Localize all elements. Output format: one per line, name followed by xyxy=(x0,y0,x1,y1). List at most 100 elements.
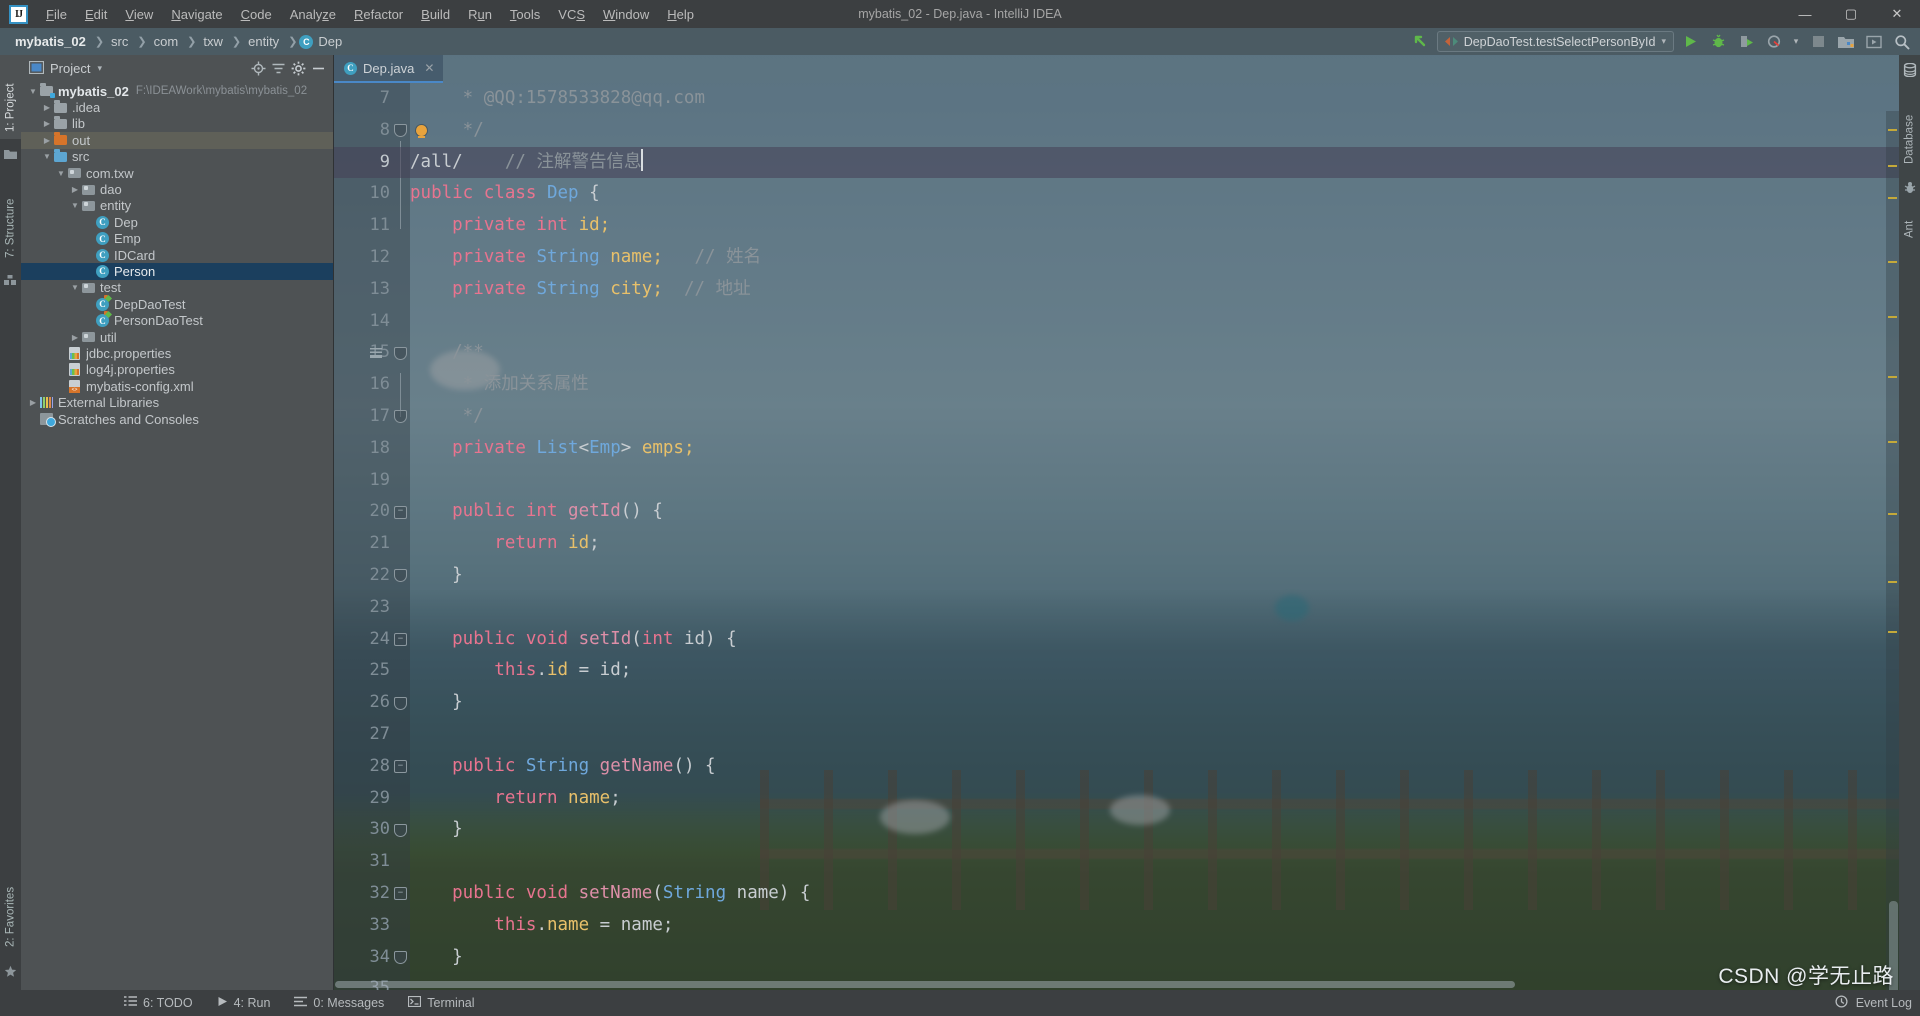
tree-item-depdaotest[interactable]: ▶CDepDaoTest xyxy=(21,294,333,312)
fold-end-icon[interactable] xyxy=(394,950,407,964)
breadcrumb-item-txw[interactable]: txw xyxy=(198,32,230,51)
breadcrumb-item-src[interactable]: src xyxy=(106,32,135,51)
fold-end-icon[interactable] xyxy=(394,124,407,138)
fold-open-icon[interactable]: − xyxy=(394,632,407,646)
menu-refactor[interactable]: Refactor xyxy=(345,3,412,26)
tree-expander-icon[interactable]: ▶ xyxy=(41,119,53,128)
tree-item--idea[interactable]: ▶ .idea xyxy=(21,99,333,115)
menu-window[interactable]: Window xyxy=(594,3,658,26)
build-project-icon[interactable] xyxy=(1834,31,1858,53)
menu-vcs[interactable]: VCS xyxy=(549,3,594,26)
tree-item-persondaotest[interactable]: ▶CPersonDaoTest xyxy=(21,311,333,328)
search-everywhere-icon[interactable] xyxy=(1890,31,1914,53)
tree-item-out[interactable]: ▶ out xyxy=(21,132,333,149)
menu-navigate[interactable]: Navigate xyxy=(162,3,231,26)
tree-item-entity[interactable]: ▼ entity xyxy=(21,198,333,214)
breadcrumb-item-com[interactable]: com xyxy=(149,32,186,51)
menu-file[interactable]: File xyxy=(37,3,76,26)
fold-end-icon[interactable] xyxy=(394,569,407,583)
tree-item-idcard[interactable]: ▶CIDCard xyxy=(21,247,333,263)
sidebar-item-database[interactable]: Database xyxy=(1899,83,1920,171)
tree-item-dao[interactable]: ▶ dao xyxy=(21,181,333,197)
menu-run[interactable]: Run xyxy=(459,3,501,26)
tree-expander-icon[interactable]: ▼ xyxy=(41,152,53,161)
sidebar-item-project[interactable]: 1: Project xyxy=(0,55,21,139)
tree-item-jdbc-properties[interactable]: ▶jdbc.properties xyxy=(21,345,333,361)
tab-dep-java[interactable]: C Dep.java ✕ xyxy=(334,55,444,83)
breadcrumb-item-entity[interactable]: entity xyxy=(243,32,286,51)
menu-tools[interactable]: Tools xyxy=(501,3,549,26)
tree-item-dep[interactable]: ▶CDep xyxy=(21,214,333,230)
menu-analyze[interactable]: Analyze xyxy=(281,3,345,26)
close-button[interactable]: ✕ xyxy=(1874,0,1920,28)
menu-view[interactable]: View xyxy=(116,3,162,26)
code-editor[interactable]: 7 * @QQ:1578533828@qq.com 8 */9/all/ // 注… xyxy=(334,83,1899,990)
tree-item-util[interactable]: ▶ util xyxy=(21,329,333,345)
tree-expander-icon[interactable]: ▼ xyxy=(69,201,81,210)
tree-item-scratches-and-consoles[interactable]: ▶Scratches and Consoles xyxy=(21,411,333,427)
tree-expander-icon[interactable]: ▶ xyxy=(27,398,39,407)
back-arrow-icon[interactable] xyxy=(1409,31,1433,53)
collapse-all-icon[interactable] xyxy=(268,59,288,79)
editor-scrollbar-thumb[interactable] xyxy=(1889,901,1898,990)
folder-icon xyxy=(54,99,67,113)
status-item-run[interactable]: 4: Run xyxy=(205,990,283,1016)
stop-icon[interactable] xyxy=(1806,31,1830,53)
fold-end-icon[interactable] xyxy=(394,823,407,837)
close-icon[interactable]: ✕ xyxy=(424,61,434,75)
run-with-coverage-icon[interactable] xyxy=(1734,31,1758,53)
fold-end-icon[interactable] xyxy=(394,410,407,424)
tree-item-src[interactable]: ▼ src xyxy=(21,148,333,165)
breadcrumb-item-dep[interactable]: C Dep xyxy=(299,32,349,51)
tree-item-test[interactable]: ▼ test xyxy=(21,280,333,296)
fold-open-icon[interactable]: − xyxy=(394,887,407,901)
debug-icon[interactable] xyxy=(1706,31,1730,53)
tree-item-com-txw[interactable]: ▼ com.txw xyxy=(21,165,333,181)
menu-help[interactable]: Help xyxy=(658,3,703,26)
tree-item-lib[interactable]: ▶ lib xyxy=(21,115,333,132)
menu-code[interactable]: Code xyxy=(232,3,281,26)
sidebar-item-favorites[interactable]: 2: Favorites xyxy=(0,854,21,954)
project-tree[interactable]: ▼ mybatis_02 F:\IDEAWork\mybatis\mybatis_0… xyxy=(21,82,333,990)
tree-expander-icon[interactable]: ▼ xyxy=(27,87,39,96)
event-log-label[interactable]: Event Log xyxy=(1856,996,1912,1010)
tree-expander-icon[interactable]: ▶ xyxy=(41,103,53,112)
sidebar-item-ant[interactable]: Ant xyxy=(1899,201,1920,245)
tree-item-mybatis-config-xml[interactable]: ▶mybatis-config.xml xyxy=(21,378,333,394)
chevron-down-icon[interactable]: ▾ xyxy=(1790,31,1802,53)
sidebar-item-structure[interactable]: 7: Structure xyxy=(0,167,21,265)
tree-expander-icon[interactable]: ▶ xyxy=(69,333,81,342)
error-stripe[interactable] xyxy=(1886,111,1899,990)
profile-icon[interactable] xyxy=(1762,31,1786,53)
run-icon[interactable] xyxy=(1678,31,1702,53)
status-item-terminal[interactable]: Terminal xyxy=(396,990,486,1016)
minimize-button[interactable]: — xyxy=(1782,0,1828,28)
tree-item-log4j-properties[interactable]: ▶log4j.properties xyxy=(21,362,333,378)
tree-item-person[interactable]: ▶CPerson xyxy=(21,263,333,280)
tree-expander-icon[interactable]: ▼ xyxy=(55,169,67,178)
select-run-target-icon[interactable] xyxy=(1862,31,1886,53)
tree-item-emp[interactable]: ▶CEmp xyxy=(21,231,333,247)
settings-gear-icon[interactable] xyxy=(288,59,308,79)
tree-item-mybatis-02[interactable]: ▼ mybatis_02 F:\IDEAWork\mybatis\mybatis_0… xyxy=(21,83,333,99)
tree-item-external-libraries[interactable]: ▶ External Libraries xyxy=(21,394,333,410)
hide-panel-icon[interactable] xyxy=(308,59,328,79)
horizontal-scrollbar-thumb[interactable] xyxy=(335,981,1515,988)
run-configuration-selector[interactable]: DepDaoTest.testSelectPersonById ▾ xyxy=(1436,31,1674,52)
locate-icon[interactable] xyxy=(248,59,268,79)
status-item-messages[interactable]: 0: Messages xyxy=(282,990,396,1016)
fold-end-icon[interactable] xyxy=(394,346,407,360)
maximize-button[interactable]: ▢ xyxy=(1828,0,1874,28)
menu-build[interactable]: Build xyxy=(412,3,459,26)
tree-expander-icon[interactable]: ▶ xyxy=(69,185,81,194)
fold-end-icon[interactable] xyxy=(394,696,407,710)
editor-horizontal-scrollbar[interactable] xyxy=(21,981,1899,990)
menu-edit[interactable]: Edit xyxy=(76,3,116,26)
line-number: 11 xyxy=(369,215,390,236)
fold-open-icon[interactable]: − xyxy=(394,505,407,519)
tree-expander-icon[interactable]: ▼ xyxy=(69,283,81,292)
tree-expander-icon[interactable]: ▶ xyxy=(41,136,53,145)
status-item-todo[interactable]: 6: TODO xyxy=(112,990,205,1016)
breadcrumb-item-project[interactable]: mybatis_02 xyxy=(10,32,93,51)
fold-open-icon[interactable]: − xyxy=(394,760,407,774)
